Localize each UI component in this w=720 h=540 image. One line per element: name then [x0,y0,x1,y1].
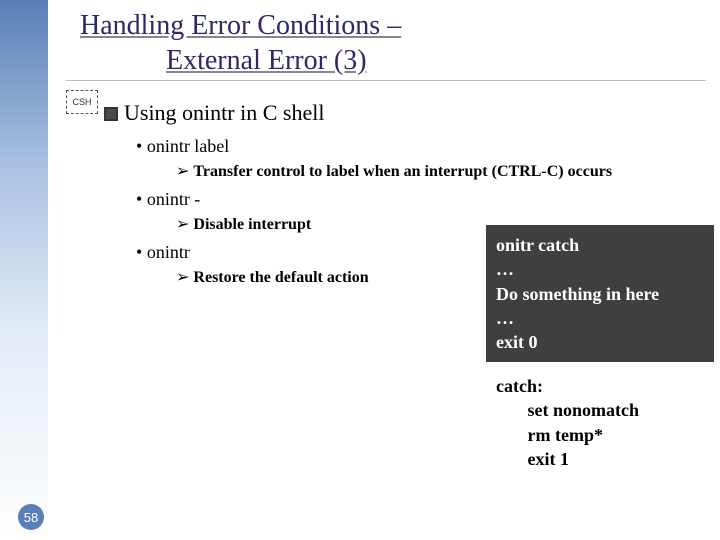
csh-icon: CSH [66,90,98,114]
sub-list: Transfer control to label when an interr… [176,161,720,181]
slide-title: Handling Error Conditions – External Err… [80,8,720,78]
org-label: Computer Center, CS, NCTU [0,155,2,411]
slide-content: Handling Error Conditions – External Err… [60,0,720,295]
section-heading-text: Using onintr in C shell [124,100,324,125]
square-bullet-icon [104,107,118,121]
sub-item: Transfer control to label when an interr… [176,161,720,181]
item-label: onintr [147,242,190,262]
code-block-2: catch: set nonomatch rm temp* exit 1 [486,374,714,471]
title-line-2: External Error (3) [166,43,720,78]
section-heading: Using onintr in C shell [104,100,720,126]
list-item: onintr label Transfer control to label w… [136,136,720,181]
title-line-1: Handling Error Conditions – [80,10,401,41]
item-label: onintr label [147,136,229,156]
sidebar-gradient: Computer Center, CS, NCTU [0,0,48,540]
item-label: onintr - [147,189,201,209]
page-number-badge: 58 [18,504,44,530]
title-divider [66,80,706,82]
code-block-1: onitr catch … Do something in here … exi… [486,225,714,362]
